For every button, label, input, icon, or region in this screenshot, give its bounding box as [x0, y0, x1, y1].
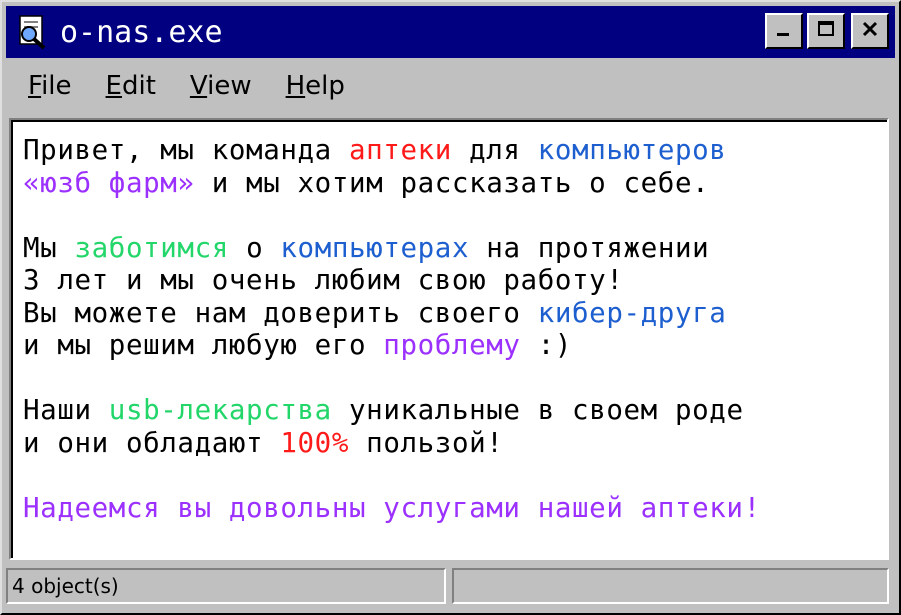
- paragraph: Надеемся вы довольны услугами нашей апте…: [23, 492, 761, 525]
- status-right-panel: [452, 568, 889, 604]
- text-segment: Вы можете нам доверить своего: [23, 296, 538, 329]
- close-icon: [860, 19, 880, 44]
- text-segment: :): [520, 329, 573, 361]
- text-segment: пользой!: [349, 426, 504, 459]
- menu-edit[interactable]: Edit: [106, 71, 156, 101]
- text-segment: уникальные в своем роде: [331, 394, 744, 426]
- window-title: o-nas.exe: [60, 14, 223, 50]
- title-bar[interactable]: o-nas.exe: [6, 6, 895, 58]
- text-segment: «юзб фарм»: [23, 166, 195, 199]
- text-segment: Надеемся вы довольны услугами нашей апте…: [23, 491, 761, 524]
- menu-help-rest: elp: [305, 71, 345, 101]
- text-line: и они обладают 100% пользой!: [23, 427, 761, 460]
- paragraph: Мы заботимся о компьютерах на протяжении…: [23, 232, 761, 362]
- document-text: Привет, мы команда аптеки для компьютеро…: [23, 134, 761, 557]
- text-line: «юзб фарм» и мы хотим рассказать о себе.: [23, 167, 761, 200]
- text-segment: компьютерах: [280, 231, 470, 264]
- document-area[interactable]: Привет, мы команда аптеки для компьютеро…: [9, 118, 889, 560]
- minimize-icon: [774, 19, 794, 44]
- text-segment: заботимся: [74, 231, 229, 264]
- menu-file-rest: ile: [41, 71, 72, 101]
- text-line: Наши usb-лекарства уникальные в своем ро…: [23, 394, 761, 427]
- text-line: Мы заботимся о компьютерах на протяжении: [23, 232, 761, 265]
- menu-edit-accel: E: [105, 71, 122, 101]
- text-line: 3 лет и мы очень любим свою работу!: [23, 264, 761, 297]
- text-segment: 100%: [280, 426, 349, 459]
- text-segment: Наши: [23, 394, 109, 426]
- menu-bar: File Edit View Help: [6, 60, 895, 112]
- text-line: и мы решим любую его проблему :): [23, 329, 761, 362]
- status-bar: 4 object(s): [6, 568, 895, 608]
- text-segment: и они обладают: [23, 426, 281, 459]
- paragraph: Наши usb-лекарства уникальные в своем ро…: [23, 394, 761, 459]
- search-document-icon[interactable]: [14, 14, 50, 50]
- text-segment: на протяжении: [469, 231, 710, 264]
- text-segment: аптеки: [348, 134, 452, 166]
- text-segment: компьютеров: [537, 134, 727, 166]
- text-segment: проблему: [383, 329, 521, 361]
- menu-file[interactable]: File: [28, 71, 72, 101]
- text-segment: Привет, мы команда: [23, 134, 349, 166]
- maximize-button[interactable]: [807, 13, 845, 49]
- text-segment: о: [228, 231, 281, 264]
- text-segment: для: [451, 134, 538, 166]
- text-line: Надеемся вы довольны услугами нашей апте…: [23, 492, 761, 525]
- text-segment: и мы хотим рассказать о себе.: [194, 166, 710, 199]
- menu-view-rest: iew: [207, 71, 252, 101]
- menu-edit-rest: dit: [121, 71, 156, 101]
- text-line: Привет, мы команда аптеки для компьютеро…: [23, 134, 761, 167]
- minimize-button[interactable]: [765, 13, 803, 49]
- app-window: o-nas.exe File Edit View Help Привет, мы…: [0, 0, 901, 615]
- status-object-count: 4 object(s): [6, 568, 446, 604]
- text-segment: и мы решим любую его: [23, 329, 384, 361]
- menu-help[interactable]: Help: [286, 71, 345, 101]
- menu-help-accel: H: [285, 71, 306, 101]
- menu-view[interactable]: View: [190, 71, 252, 101]
- text-segment: кибер-друга: [537, 296, 727, 329]
- close-button[interactable]: [851, 13, 889, 49]
- menu-file-accel: F: [28, 71, 42, 101]
- text-line: Вы можете нам доверить своего кибер-друг…: [23, 297, 761, 330]
- maximize-icon: [816, 19, 836, 44]
- text-segment: usb-лекарства: [108, 394, 332, 426]
- text-segment: 3 лет и мы очень любим свою работу!: [23, 264, 624, 296]
- menu-view-accel: V: [189, 71, 208, 101]
- text-segment: Мы: [23, 231, 75, 264]
- paragraph: Привет, мы команда аптеки для компьютеро…: [23, 134, 761, 199]
